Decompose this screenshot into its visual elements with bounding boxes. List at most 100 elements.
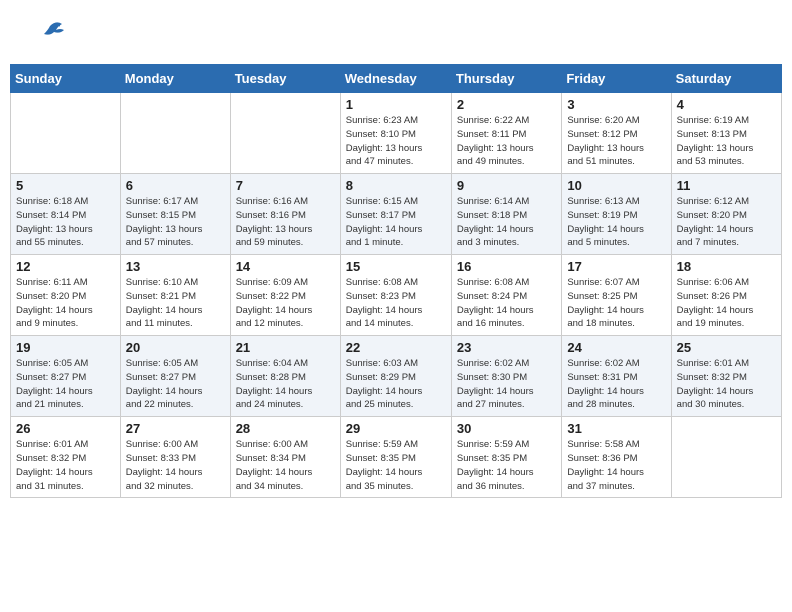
day-number: 8 (346, 178, 446, 193)
day-number: 26 (16, 421, 115, 436)
calendar-cell: 30 Sunrise: 5:59 AM Sunset: 8:35 PM Dayli… (451, 417, 561, 498)
calendar-cell: 6 Sunrise: 6:17 AM Sunset: 8:15 PM Daylig… (120, 174, 230, 255)
calendar-cell: 1 Sunrise: 6:23 AM Sunset: 8:10 PM Daylig… (340, 93, 451, 174)
column-header-thursday: Thursday (451, 65, 561, 93)
day-number: 2 (457, 97, 556, 112)
calendar-cell: 24 Sunrise: 6:02 AM Sunset: 8:31 PM Dayli… (562, 336, 671, 417)
day-number: 7 (236, 178, 335, 193)
calendar-cell: 16 Sunrise: 6:08 AM Sunset: 8:24 PM Dayli… (451, 255, 561, 336)
day-number: 11 (677, 178, 776, 193)
calendar-cell: 31 Sunrise: 5:58 AM Sunset: 8:36 PM Dayli… (562, 417, 671, 498)
column-header-sunday: Sunday (11, 65, 121, 93)
calendar-header-row: SundayMondayTuesdayWednesdayThursdayFrid… (11, 65, 782, 93)
day-info: Sunrise: 6:03 AM Sunset: 8:29 PM Dayligh… (346, 357, 446, 412)
day-number: 12 (16, 259, 115, 274)
day-number: 25 (677, 340, 776, 355)
column-header-saturday: Saturday (671, 65, 781, 93)
calendar-cell (230, 93, 340, 174)
day-info: Sunrise: 6:05 AM Sunset: 8:27 PM Dayligh… (126, 357, 225, 412)
day-number: 9 (457, 178, 556, 193)
day-number: 28 (236, 421, 335, 436)
day-info: Sunrise: 6:00 AM Sunset: 8:33 PM Dayligh… (126, 438, 225, 493)
day-number: 10 (567, 178, 665, 193)
calendar-cell: 2Sunrise: 6:22 AM Sunset: 8:11 PM Daylig… (451, 93, 561, 174)
calendar-cell: 25 Sunrise: 6:01 AM Sunset: 8:32 PM Dayli… (671, 336, 781, 417)
day-info: Sunrise: 6:04 AM Sunset: 8:28 PM Dayligh… (236, 357, 335, 412)
day-info: Sunrise: 6:12 AM Sunset: 8:20 PM Dayligh… (677, 195, 776, 250)
day-number: 31 (567, 421, 665, 436)
calendar-cell: 4Sunrise: 6:19 AM Sunset: 8:13 PM Daylig… (671, 93, 781, 174)
day-info: Sunrise: 6:13 AM Sunset: 8:19 PM Dayligh… (567, 195, 665, 250)
calendar-cell: 15Sunrise: 6:08 AM Sunset: 8:23 PM Dayli… (340, 255, 451, 336)
calendar-cell: 22 Sunrise: 6:03 AM Sunset: 8:29 PM Dayli… (340, 336, 451, 417)
day-number: 15 (346, 259, 446, 274)
day-number: 23 (457, 340, 556, 355)
calendar-cell (671, 417, 781, 498)
day-info: Sunrise: 6:01 AM Sunset: 8:32 PM Dayligh… (677, 357, 776, 412)
column-header-wednesday: Wednesday (340, 65, 451, 93)
day-number: 1 (346, 97, 446, 112)
day-number: 6 (126, 178, 225, 193)
day-number: 3 (567, 97, 665, 112)
day-info: Sunrise: 6:07 AM Sunset: 8:25 PM Dayligh… (567, 276, 665, 331)
day-info: Sunrise: 5:59 AM Sunset: 8:35 PM Dayligh… (346, 438, 446, 493)
day-info: Sunrise: 6:02 AM Sunset: 8:30 PM Dayligh… (457, 357, 556, 412)
day-number: 5 (16, 178, 115, 193)
calendar-table: SundayMondayTuesdayWednesdayThursdayFrid… (10, 64, 782, 498)
day-info: Sunrise: 6:11 AM Sunset: 8:20 PM Dayligh… (16, 276, 115, 331)
calendar-cell: 8 Sunrise: 6:15 AM Sunset: 8:17 PM Daylig… (340, 174, 451, 255)
calendar-cell: 27 Sunrise: 6:00 AM Sunset: 8:33 PM Dayli… (120, 417, 230, 498)
day-info: Sunrise: 6:14 AM Sunset: 8:18 PM Dayligh… (457, 195, 556, 250)
calendar-cell: 17Sunrise: 6:07 AM Sunset: 8:25 PM Dayli… (562, 255, 671, 336)
calendar-week-row: 5Sunrise: 6:18 AM Sunset: 8:14 PM Daylig… (11, 174, 782, 255)
day-info: Sunrise: 5:58 AM Sunset: 8:36 PM Dayligh… (567, 438, 665, 493)
day-number: 16 (457, 259, 556, 274)
day-info: Sunrise: 6:02 AM Sunset: 8:31 PM Dayligh… (567, 357, 665, 412)
day-number: 4 (677, 97, 776, 112)
calendar-cell: 19Sunrise: 6:05 AM Sunset: 8:27 PM Dayli… (11, 336, 121, 417)
column-header-friday: Friday (562, 65, 671, 93)
day-number: 30 (457, 421, 556, 436)
day-info: Sunrise: 6:15 AM Sunset: 8:17 PM Dayligh… (346, 195, 446, 250)
column-header-monday: Monday (120, 65, 230, 93)
calendar-cell: 5Sunrise: 6:18 AM Sunset: 8:14 PM Daylig… (11, 174, 121, 255)
day-info: Sunrise: 6:00 AM Sunset: 8:34 PM Dayligh… (236, 438, 335, 493)
day-info: Sunrise: 5:59 AM Sunset: 8:35 PM Dayligh… (457, 438, 556, 493)
day-info: Sunrise: 6:17 AM Sunset: 8:15 PM Dayligh… (126, 195, 225, 250)
calendar-week-row: 19Sunrise: 6:05 AM Sunset: 8:27 PM Dayli… (11, 336, 782, 417)
day-info: Sunrise: 6:05 AM Sunset: 8:27 PM Dayligh… (16, 357, 115, 412)
day-number: 21 (236, 340, 335, 355)
calendar-cell: 29Sunrise: 5:59 AM Sunset: 8:35 PM Dayli… (340, 417, 451, 498)
day-info: Sunrise: 6:23 AM Sunset: 8:10 PM Dayligh… (346, 114, 446, 169)
calendar-cell: 26 Sunrise: 6:01 AM Sunset: 8:32 PM Dayli… (11, 417, 121, 498)
calendar-cell: 23 Sunrise: 6:02 AM Sunset: 8:30 PM Dayli… (451, 336, 561, 417)
column-header-tuesday: Tuesday (230, 65, 340, 93)
day-number: 18 (677, 259, 776, 274)
calendar-cell: 21 Sunrise: 6:04 AM Sunset: 8:28 PM Dayli… (230, 336, 340, 417)
calendar-cell: 3Sunrise: 6:20 AM Sunset: 8:12 PM Daylig… (562, 93, 671, 174)
calendar-cell: 20 Sunrise: 6:05 AM Sunset: 8:27 PM Dayli… (120, 336, 230, 417)
calendar-cell (120, 93, 230, 174)
calendar-week-row: 26 Sunrise: 6:01 AM Sunset: 8:32 PM Dayli… (11, 417, 782, 498)
day-info: Sunrise: 6:06 AM Sunset: 8:26 PM Dayligh… (677, 276, 776, 331)
calendar-cell: 14Sunrise: 6:09 AM Sunset: 8:22 PM Dayli… (230, 255, 340, 336)
day-number: 22 (346, 340, 446, 355)
day-number: 13 (126, 259, 225, 274)
calendar-cell: 12 Sunrise: 6:11 AM Sunset: 8:20 PM Dayli… (11, 255, 121, 336)
day-number: 27 (126, 421, 225, 436)
day-number: 20 (126, 340, 225, 355)
calendar-cell: 9 Sunrise: 6:14 AM Sunset: 8:18 PM Daylig… (451, 174, 561, 255)
calendar-week-row: 1 Sunrise: 6:23 AM Sunset: 8:10 PM Daylig… (11, 93, 782, 174)
day-info: Sunrise: 6:09 AM Sunset: 8:22 PM Dayligh… (236, 276, 335, 331)
calendar-cell (11, 93, 121, 174)
calendar-cell: 10 Sunrise: 6:13 AM Sunset: 8:19 PM Dayli… (562, 174, 671, 255)
page-header (10, 10, 782, 58)
day-number: 24 (567, 340, 665, 355)
calendar-cell: 13Sunrise: 6:10 AM Sunset: 8:21 PM Dayli… (120, 255, 230, 336)
day-info: Sunrise: 6:01 AM Sunset: 8:32 PM Dayligh… (16, 438, 115, 493)
day-info: Sunrise: 6:08 AM Sunset: 8:24 PM Dayligh… (457, 276, 556, 331)
calendar-cell: 11 Sunrise: 6:12 AM Sunset: 8:20 PM Dayli… (671, 174, 781, 255)
calendar-week-row: 12 Sunrise: 6:11 AM Sunset: 8:20 PM Dayli… (11, 255, 782, 336)
calendar-cell: 18 Sunrise: 6:06 AM Sunset: 8:26 PM Dayli… (671, 255, 781, 336)
day-info: Sunrise: 6:16 AM Sunset: 8:16 PM Dayligh… (236, 195, 335, 250)
